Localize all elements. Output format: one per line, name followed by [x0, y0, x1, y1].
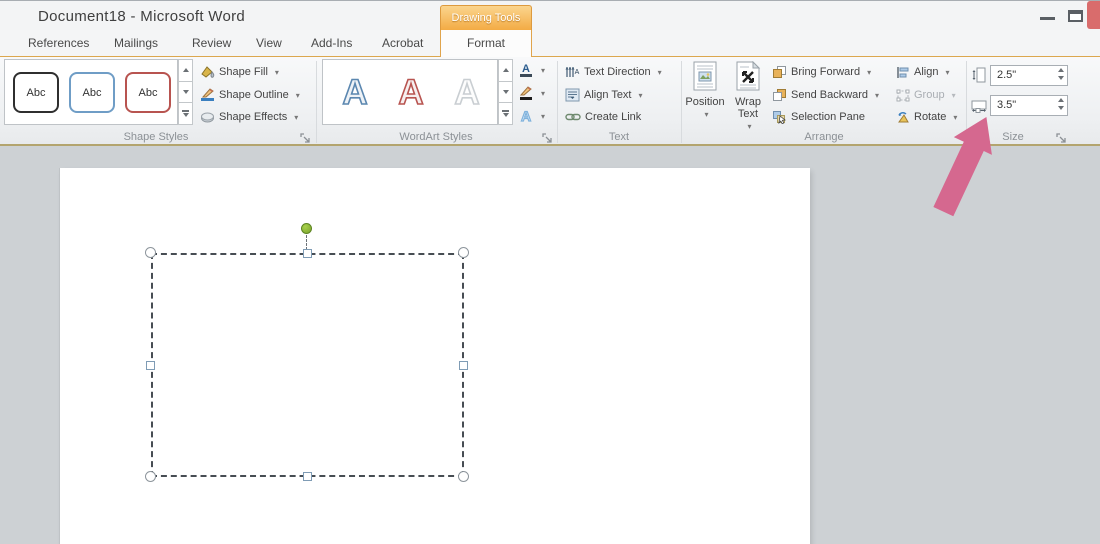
- wordart-style-option-1[interactable]: A: [329, 66, 381, 120]
- shape-outline-button[interactable]: Shape Outline: [200, 86, 300, 104]
- close-icon[interactable]: [1087, 1, 1100, 29]
- shape-styles-dialog-launcher-icon[interactable]: [300, 133, 311, 144]
- bring-forward-icon: [773, 66, 786, 78]
- wordart-styles-group-label: WordArt Styles: [399, 131, 473, 143]
- selected-rectangle-shape[interactable]: [151, 253, 464, 477]
- text-fill-button[interactable]: A: [518, 61, 545, 79]
- window-title: Document18 - Microsoft Word: [38, 8, 246, 25]
- align-text-button[interactable]: Align Text: [565, 86, 643, 104]
- svg-text:A: A: [575, 69, 580, 76]
- rotate-handle-stem: [306, 235, 307, 250]
- width-spinner[interactable]: [1058, 98, 1064, 110]
- tab-references[interactable]: References: [22, 30, 95, 57]
- shape-effects-button[interactable]: Shape Effects: [200, 108, 298, 126]
- create-link-button[interactable]: Create Link: [565, 108, 641, 126]
- gallery-more-icon[interactable]: [178, 103, 193, 126]
- align-objects-icon: [897, 66, 909, 78]
- position-button[interactable]: Position: [685, 61, 725, 125]
- resize-handle-top-left[interactable]: [145, 247, 156, 258]
- shape-outline-icon: [201, 88, 214, 101]
- resize-handle-top-right[interactable]: [458, 247, 469, 258]
- align-text-icon: [565, 88, 580, 102]
- ribbon-tab-row: References Mailings Review View Add-Ins …: [0, 30, 1100, 58]
- shape-height-row: [972, 66, 986, 84]
- shape-styles-gallery-scroll: [178, 59, 193, 126]
- tab-format[interactable]: Format: [440, 30, 532, 58]
- send-backward-icon: [773, 89, 786, 101]
- tab-addins[interactable]: Add-Ins: [305, 30, 358, 57]
- wrap-text-button[interactable]: Wrap Text: [728, 61, 768, 125]
- tab-acrobat[interactable]: Acrobat: [376, 30, 429, 57]
- selection-pane-icon: [773, 111, 786, 124]
- align-button[interactable]: Align: [896, 63, 949, 81]
- wordart-style-option-3[interactable]: A: [441, 66, 493, 120]
- gallery-scroll-down-icon[interactable]: [178, 81, 193, 104]
- text-group-label: Text: [608, 131, 630, 143]
- tab-mailings[interactable]: Mailings: [108, 30, 164, 57]
- bring-forward-button[interactable]: Bring Forward: [772, 63, 871, 81]
- tab-view[interactable]: View: [250, 30, 288, 57]
- group-button[interactable]: Group: [896, 86, 956, 104]
- height-spinner[interactable]: [1058, 68, 1064, 80]
- tab-review[interactable]: Review: [186, 30, 237, 57]
- text-outline-button[interactable]: [518, 84, 545, 102]
- size-dialog-launcher-icon[interactable]: [1056, 133, 1067, 144]
- wordart-styles-gallery: A A A: [322, 59, 498, 125]
- gallery-scroll-down-icon[interactable]: [498, 81, 513, 104]
- send-backward-button[interactable]: Send Backward: [772, 86, 879, 104]
- annotation-arrow-to-size-group: [933, 116, 992, 217]
- wordart-gallery-scroll: [498, 59, 513, 126]
- title-bar: Document18 - Microsoft Word: [0, 0, 1100, 30]
- shape-styles-gallery: Abc Abc Abc: [4, 59, 178, 125]
- shape-effects-icon: [201, 112, 214, 123]
- wrap-text-icon: [736, 61, 761, 91]
- shape-style-option-3[interactable]: Abc: [125, 72, 171, 113]
- shape-height-icon: [972, 67, 986, 83]
- shape-style-option-1[interactable]: Abc: [13, 72, 59, 113]
- text-direction-icon: A: [565, 67, 580, 77]
- resize-handle-bottom-left[interactable]: [145, 471, 156, 482]
- shape-style-option-2[interactable]: Abc: [69, 72, 115, 113]
- selection-pane-button[interactable]: Selection Pane: [772, 108, 865, 126]
- wordart-dialog-launcher-icon[interactable]: [542, 133, 553, 144]
- gallery-scroll-up-icon[interactable]: [178, 59, 193, 82]
- resize-handle-middle-left[interactable]: [146, 361, 155, 370]
- create-link-icon: [565, 113, 581, 121]
- maximize-icon[interactable]: [1068, 10, 1083, 22]
- shape-height-input[interactable]: 2.5": [990, 65, 1068, 86]
- svg-text:A: A: [521, 108, 531, 124]
- gallery-scroll-up-icon[interactable]: [498, 59, 513, 82]
- shape-fill-icon: [201, 66, 215, 78]
- text-outline-icon: [519, 86, 532, 100]
- text-fill-icon: A: [520, 63, 532, 77]
- rotate-handle[interactable]: [301, 223, 312, 234]
- resize-handle-middle-right[interactable]: [459, 361, 468, 370]
- text-effects-icon: A: [520, 108, 531, 124]
- position-icon: [693, 61, 717, 91]
- shape-fill-button[interactable]: Shape Fill: [200, 63, 279, 81]
- group-objects-icon: [896, 89, 910, 101]
- resize-handle-bottom-right[interactable]: [458, 471, 469, 482]
- text-direction-button[interactable]: A Text Direction: [565, 63, 662, 81]
- rotate-objects-icon: [898, 111, 909, 122]
- text-effects-button[interactable]: A: [518, 107, 545, 125]
- drawing-tools-contextual-tab[interactable]: Drawing Tools: [440, 5, 532, 30]
- resize-handle-top-center[interactable]: [303, 249, 312, 258]
- svg-text:A: A: [522, 63, 530, 75]
- shape-styles-group-label: Shape Styles: [123, 131, 189, 143]
- minimize-icon[interactable]: [1040, 17, 1055, 20]
- gallery-more-icon[interactable]: [498, 103, 513, 126]
- resize-handle-bottom-center[interactable]: [303, 472, 312, 481]
- wordart-style-option-2[interactable]: A: [385, 66, 437, 120]
